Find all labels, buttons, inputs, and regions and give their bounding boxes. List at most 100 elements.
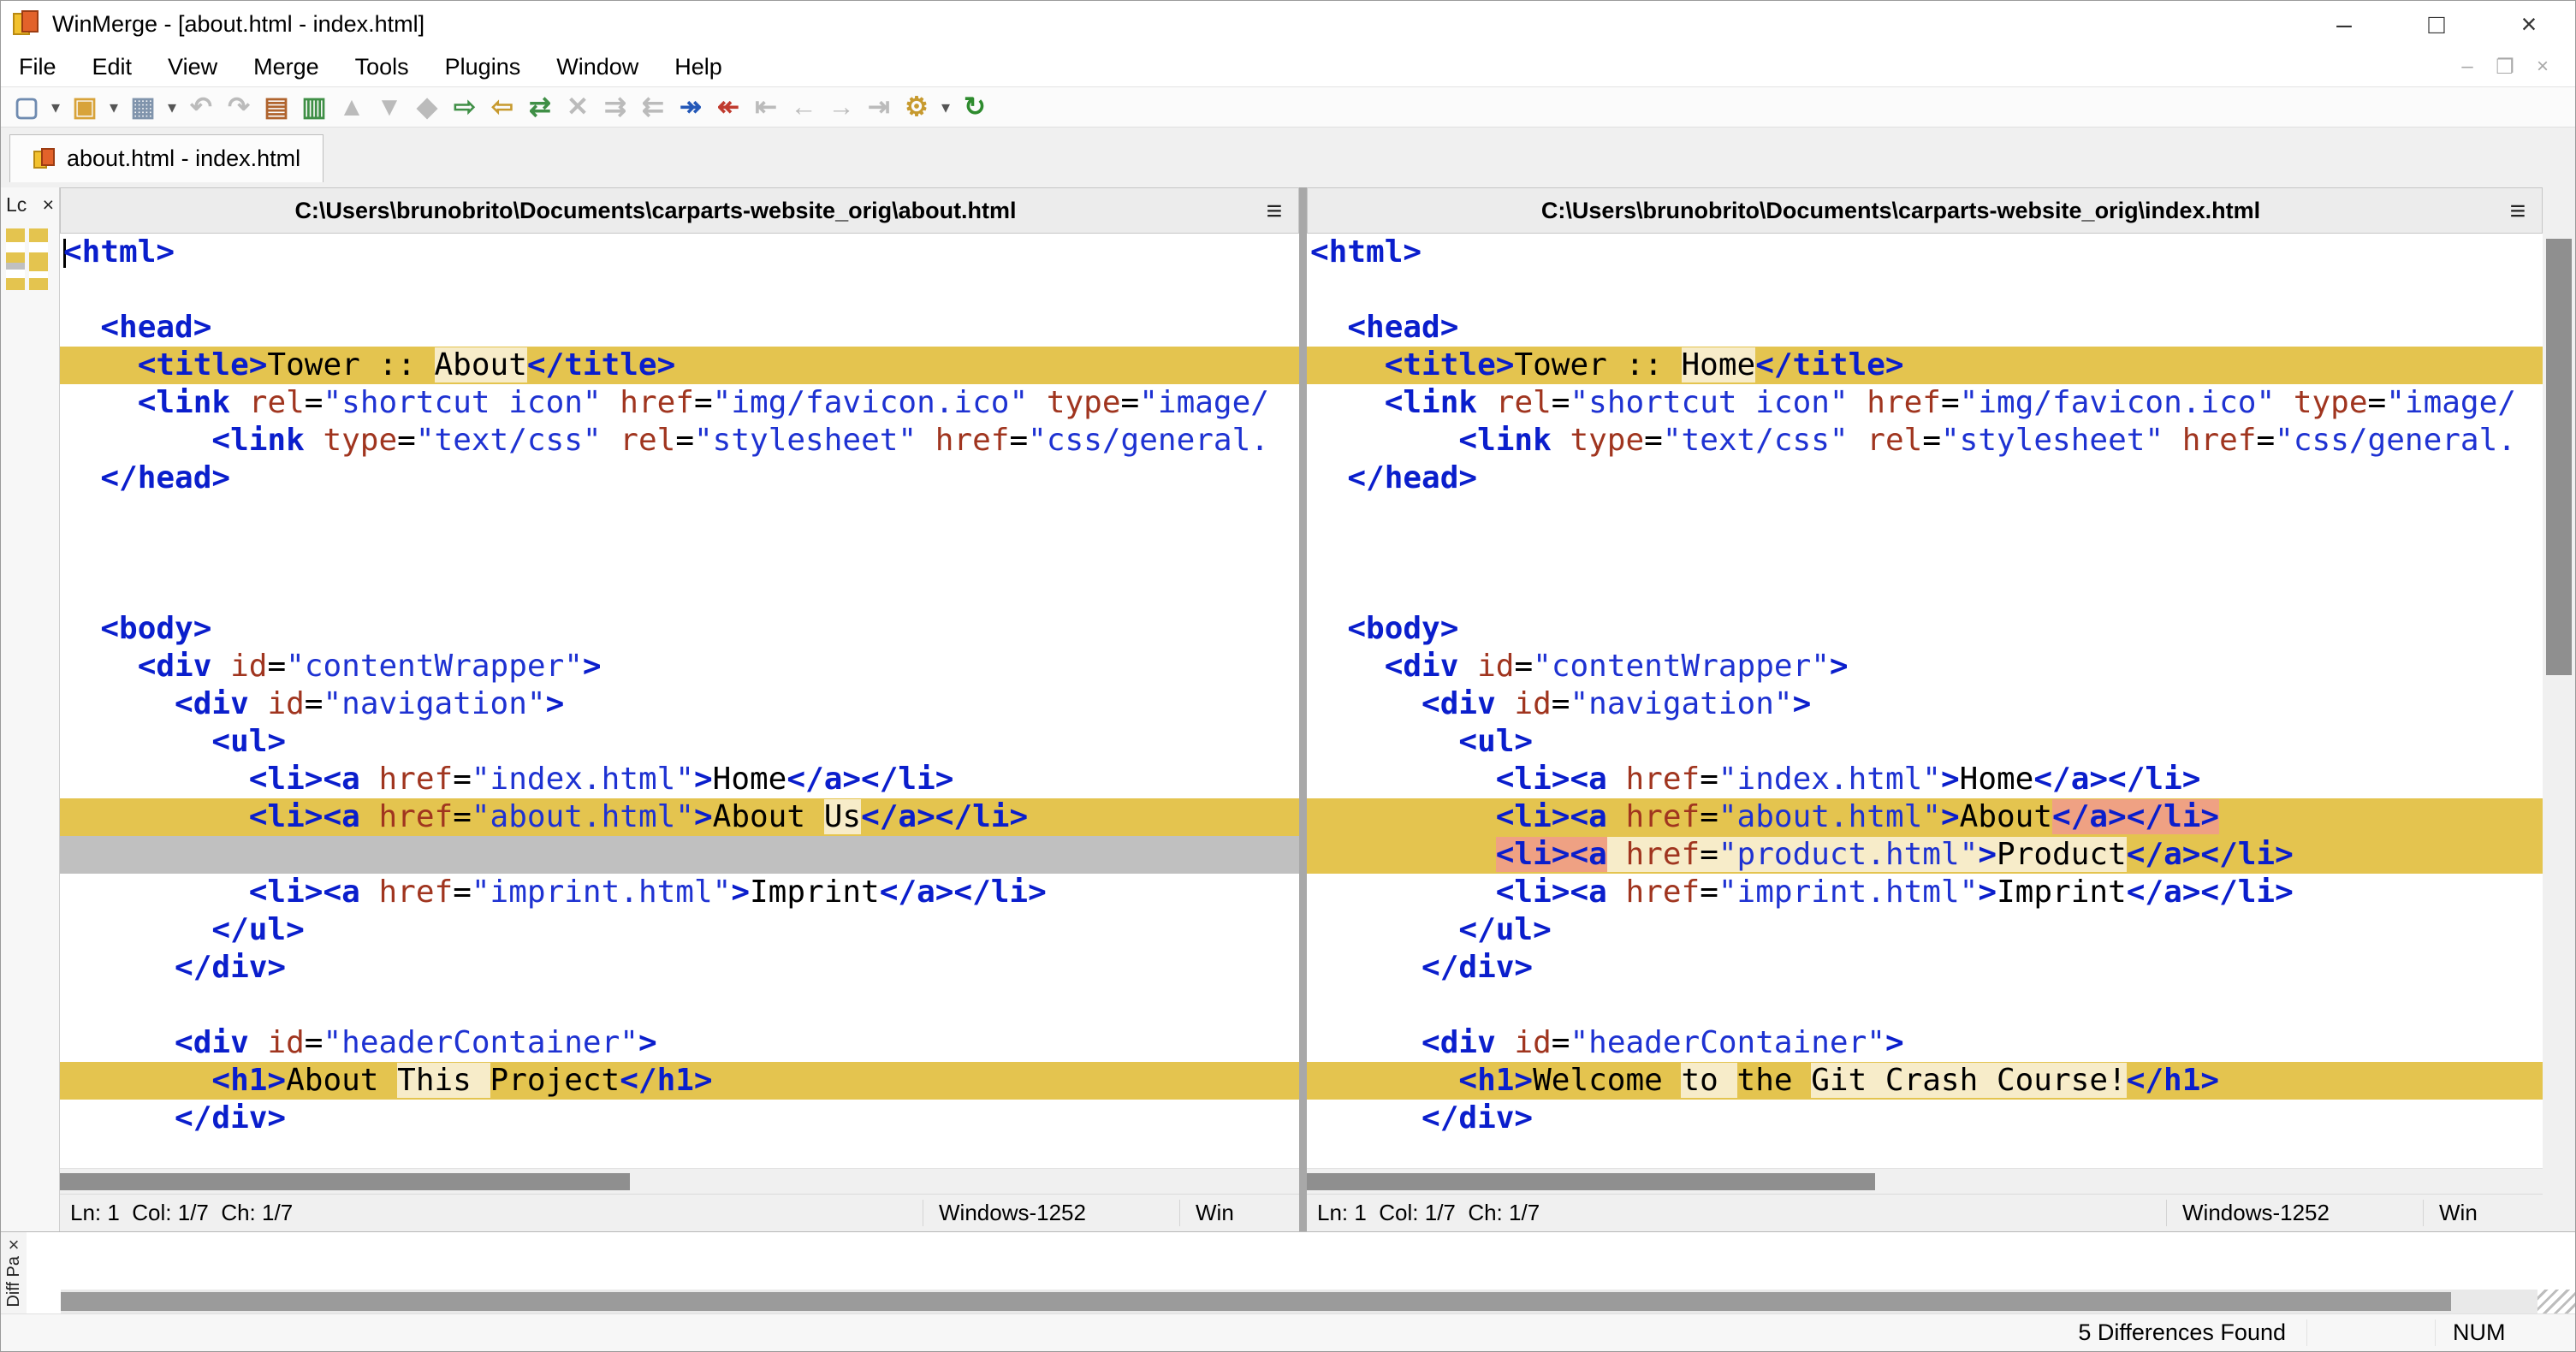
- code-line-2[interactable]: [60, 271, 1299, 309]
- code-line-1[interactable]: <html>: [1307, 234, 2543, 271]
- undo-difference-button[interactable]: ✕: [559, 88, 597, 126]
- previous-difference-alt-button[interactable]: ←: [785, 88, 822, 126]
- code-line-9[interactable]: [1307, 535, 2543, 572]
- resize-grip[interactable]: [2537, 1290, 2575, 1313]
- location-map[interactable]: [1, 222, 59, 297]
- pane-splitter[interactable]: [1299, 187, 1307, 1231]
- next-difference-button[interactable]: ▼: [371, 88, 408, 126]
- code-line-15[interactable]: <li><a href="index.html">Home</a></li>: [60, 761, 1299, 798]
- code-line-17[interactable]: [60, 836, 1299, 874]
- tab-about-index[interactable]: about.html - index.html: [9, 134, 324, 182]
- code-line-4[interactable]: <title>Tower :: Home</title>: [1307, 347, 2543, 384]
- plugins-dropdown-button[interactable]: ▾: [935, 88, 956, 126]
- code-line-16[interactable]: <li><a href="about.html">About Us</a></l…: [60, 798, 1299, 836]
- code-line-8[interactable]: [1307, 497, 2543, 535]
- left-hscroll-thumb[interactable]: [60, 1173, 631, 1190]
- code-line-13[interactable]: <div id="navigation">: [60, 685, 1299, 723]
- menu-help[interactable]: Help: [656, 47, 740, 86]
- close-button[interactable]: ×: [2483, 1, 2575, 47]
- refresh-button[interactable]: ↻: [956, 88, 994, 126]
- new-file-button[interactable]: ▢: [8, 88, 45, 126]
- open-dropdown-button[interactable]: ▾: [104, 88, 124, 126]
- code-line-18[interactable]: <li><a href="imprint.html">Imprint</a></…: [1307, 874, 2543, 911]
- code-line-12[interactable]: <div id="contentWrapper">: [1307, 648, 2543, 685]
- code-line-5[interactable]: <link rel="shortcut icon" href="img/favi…: [60, 384, 1299, 422]
- code-line-14[interactable]: <ul>: [1307, 723, 2543, 761]
- code-line-13[interactable]: <div id="navigation">: [1307, 685, 2543, 723]
- copy-all-left-button[interactable]: ↞: [709, 88, 747, 126]
- code-line-2[interactable]: [1307, 271, 2543, 309]
- code-line-11[interactable]: <body>: [60, 610, 1299, 648]
- file-encoding-button[interactable]: ▤: [258, 88, 295, 126]
- code-line-20[interactable]: </div>: [60, 949, 1299, 987]
- menu-tools[interactable]: Tools: [337, 47, 427, 86]
- code-line-22[interactable]: <div id="headerContainer">: [1307, 1024, 2543, 1062]
- code-line-22[interactable]: <div id="headerContainer">: [60, 1024, 1299, 1062]
- open-button[interactable]: ▣: [66, 88, 104, 126]
- mdi-close-button[interactable]: ×: [2524, 51, 2561, 82]
- code-line-8[interactable]: [60, 497, 1299, 535]
- code-line-16[interactable]: <li><a href="about.html">About</a></li>: [1307, 798, 2543, 836]
- minimize-button[interactable]: –: [2298, 1, 2390, 47]
- code-line-15[interactable]: <li><a href="index.html">Home</a></li>: [1307, 761, 2543, 798]
- code-line-4[interactable]: <title>Tower :: About</title>: [60, 347, 1299, 384]
- current-difference-button[interactable]: ◆: [408, 88, 446, 126]
- code-line-3[interactable]: <head>: [60, 309, 1299, 347]
- code-line-24[interactable]: </div>: [60, 1100, 1299, 1137]
- code-line-10[interactable]: [60, 572, 1299, 610]
- menu-view[interactable]: View: [150, 47, 235, 86]
- code-line-23[interactable]: <h1>About This Project</h1>: [60, 1062, 1299, 1100]
- left-horizontal-scrollbar[interactable]: [60, 1168, 1299, 1194]
- code-line-7[interactable]: </head>: [60, 460, 1299, 497]
- new-file-dropdown-button[interactable]: ▾: [45, 88, 66, 126]
- save-button[interactable]: ▦: [124, 88, 162, 126]
- copy-right-and-advance-button[interactable]: ⇉: [597, 88, 634, 126]
- left-pane-menu-icon[interactable]: ≡: [1250, 195, 1298, 227]
- code-line-19[interactable]: </ul>: [1307, 911, 2543, 949]
- code-line-11[interactable]: <body>: [1307, 610, 2543, 648]
- diff-pane-scroll-thumb[interactable]: [61, 1292, 2451, 1311]
- diff-pane-scrollbar[interactable]: [61, 1290, 2537, 1313]
- code-line-21[interactable]: [60, 987, 1299, 1024]
- next-difference-alt-button[interactable]: →: [822, 88, 860, 126]
- menu-merge[interactable]: Merge: [235, 47, 337, 86]
- code-line-10[interactable]: [1307, 572, 2543, 610]
- copy-left-and-advance-button[interactable]: ⇇: [634, 88, 672, 126]
- code-line-17[interactable]: <li><a href="product.html">Product</a></…: [1307, 836, 2543, 874]
- code-line-6[interactable]: <link type="text/css" rel="stylesheet" h…: [1307, 422, 2543, 460]
- menu-window[interactable]: Window: [538, 47, 656, 86]
- code-line-23[interactable]: <h1>Welcome to the Git Crash Course!</h1…: [1307, 1062, 2543, 1100]
- save-dropdown-button[interactable]: ▾: [162, 88, 182, 126]
- menu-plugins[interactable]: Plugins: [427, 47, 539, 86]
- vscroll-thumb[interactable]: [2546, 239, 2572, 675]
- first-difference-button[interactable]: ⇤: [747, 88, 785, 126]
- undo-button[interactable]: ↶: [182, 88, 220, 126]
- code-line-14[interactable]: <ul>: [60, 723, 1299, 761]
- code-line-21[interactable]: [1307, 987, 2543, 1024]
- select-line-difference-button[interactable]: ▥: [295, 88, 333, 126]
- code-line-18[interactable]: <li><a href="imprint.html">Imprint</a></…: [60, 874, 1299, 911]
- last-difference-button[interactable]: ⇥: [860, 88, 898, 126]
- diff-pane-close-icon[interactable]: ×: [9, 1234, 20, 1256]
- copy-right-button[interactable]: ⇨: [446, 88, 484, 126]
- copy-left-button[interactable]: ⇦: [484, 88, 521, 126]
- maximize-button[interactable]: □: [2390, 1, 2483, 47]
- auto-merge-button[interactable]: ⇄: [521, 88, 559, 126]
- code-line-20[interactable]: </div>: [1307, 949, 2543, 987]
- mdi-minimize-button[interactable]: –: [2448, 51, 2486, 82]
- menu-edit[interactable]: Edit: [74, 47, 151, 86]
- right-hscroll-thumb[interactable]: [1307, 1173, 1876, 1190]
- code-line-1[interactable]: <html>: [60, 234, 1299, 271]
- code-line-7[interactable]: </head>: [1307, 460, 2543, 497]
- mdi-restore-button[interactable]: ❐: [2486, 51, 2524, 82]
- code-line-19[interactable]: </ul>: [60, 911, 1299, 949]
- redo-button[interactable]: ↷: [220, 88, 258, 126]
- location-pane-close-icon[interactable]: ×: [43, 193, 54, 216]
- code-line-9[interactable]: [60, 535, 1299, 572]
- vscroll-track[interactable]: [2543, 239, 2575, 1167]
- code-line-12[interactable]: <div id="contentWrapper">: [60, 648, 1299, 685]
- code-line-3[interactable]: <head>: [1307, 309, 2543, 347]
- menu-file[interactable]: File: [1, 47, 74, 86]
- plugins-button[interactable]: ⚙: [898, 88, 935, 126]
- previous-difference-button[interactable]: ▲: [333, 88, 371, 126]
